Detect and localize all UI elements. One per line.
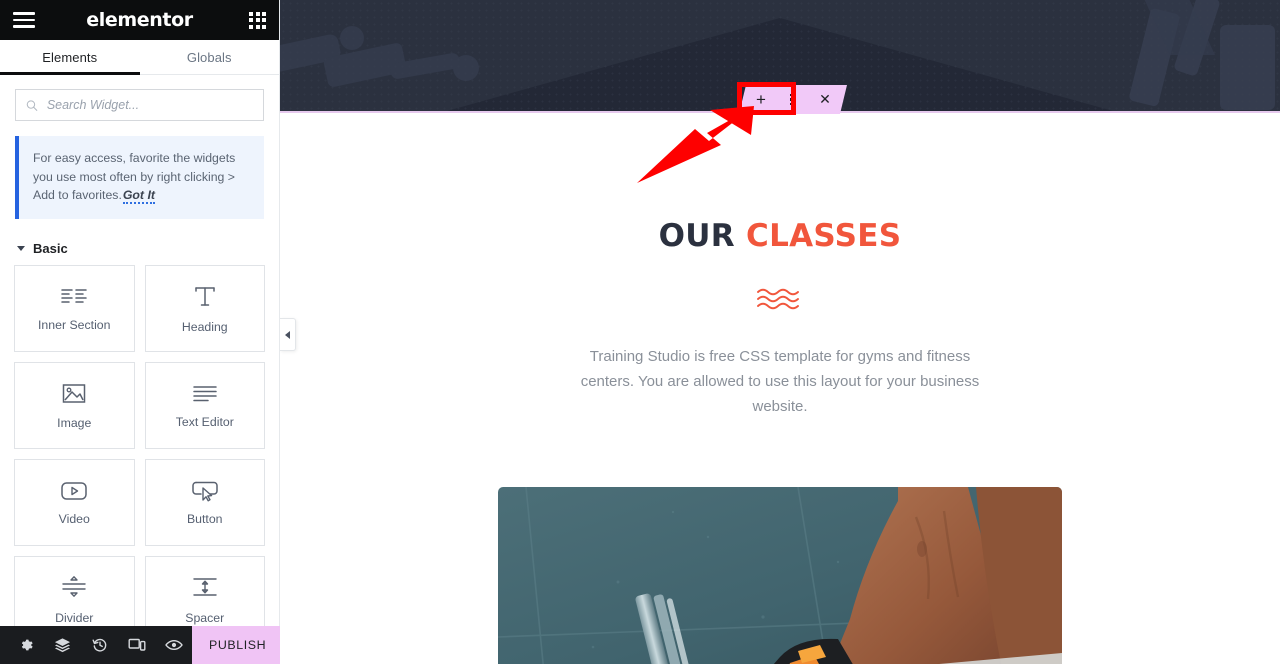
chevron-left-icon bbox=[285, 330, 290, 339]
bottom-bar-icons bbox=[0, 626, 192, 664]
button-cursor-icon bbox=[192, 481, 218, 502]
widget-label: Button bbox=[186, 511, 223, 526]
search-widget-box[interactable] bbox=[15, 89, 264, 121]
widget-label: Spacer bbox=[185, 610, 225, 625]
add-widget-button[interactable]: + bbox=[745, 85, 777, 114]
widget-toolbar: + ✕ bbox=[739, 85, 847, 114]
gym-photo-art bbox=[498, 486, 1062, 664]
hamburger-icon[interactable] bbox=[13, 12, 35, 28]
widget-inner-section[interactable]: Inner Section bbox=[14, 265, 135, 353]
category-label: Basic bbox=[33, 241, 68, 257]
tab-elements[interactable]: Elements bbox=[0, 40, 140, 75]
inner-section-icon bbox=[61, 288, 87, 303]
responsive-devices-icon[interactable] bbox=[118, 626, 155, 664]
category-basic-header[interactable]: Basic bbox=[0, 219, 279, 265]
video-play-icon bbox=[61, 481, 87, 500]
search-section bbox=[0, 75, 279, 121]
widget-label: Text Editor bbox=[175, 414, 234, 429]
text-editor-icon bbox=[193, 385, 217, 401]
widget-toolbar-trapezoid: + ✕ bbox=[739, 85, 847, 114]
heading-part-classes: CLASSES bbox=[746, 218, 902, 254]
close-icon[interactable]: ✕ bbox=[809, 85, 841, 114]
panel-tabs: Elements Globals bbox=[0, 40, 279, 75]
widget-grid: Inner Section Heading Image Text Editor … bbox=[0, 265, 279, 644]
chevron-down-icon bbox=[17, 246, 25, 252]
tab-globals[interactable]: Globals bbox=[140, 40, 280, 74]
widget-heading[interactable]: Heading bbox=[144, 265, 265, 353]
widget-label: Divider bbox=[55, 610, 94, 625]
publish-button[interactable]: PUBLISH bbox=[192, 626, 283, 664]
panel-header: elementor bbox=[0, 0, 279, 40]
divider-icon bbox=[62, 575, 86, 597]
gym-photo[interactable] bbox=[498, 486, 1062, 664]
widget-label: Heading bbox=[181, 319, 228, 334]
widget-video[interactable]: Video bbox=[14, 459, 135, 547]
image-icon bbox=[63, 383, 86, 403]
panel-bottom-bar: PUBLISH bbox=[0, 626, 318, 664]
got-it-link[interactable]: Got It bbox=[122, 188, 155, 205]
layers-navigator-icon[interactable] bbox=[44, 626, 81, 664]
editor-canvas: + ✕ OUR CLASSES Training Studio is free … bbox=[280, 0, 1280, 664]
drag-handle-dots-icon[interactable] bbox=[777, 85, 809, 114]
wave-divider-icon bbox=[757, 288, 799, 310]
section-heading: OUR CLASSES bbox=[280, 218, 1280, 254]
widget-button[interactable]: Button bbox=[144, 459, 265, 547]
search-icon bbox=[26, 99, 38, 111]
heading-t-icon bbox=[195, 286, 215, 306]
red-arrow-pointer bbox=[637, 106, 754, 183]
apps-grid-icon[interactable] bbox=[249, 11, 266, 29]
elementor-logo-text: elementor bbox=[86, 9, 193, 31]
page-content: OUR CLASSES Training Studio is free CSS … bbox=[280, 218, 1280, 664]
spacer-icon bbox=[193, 577, 217, 596]
heading-part-our: OUR bbox=[658, 218, 747, 254]
favorites-notice-wrap: For easy access, favorite the widgets yo… bbox=[0, 121, 279, 220]
widget-text-editor[interactable]: Text Editor bbox=[144, 362, 265, 450]
widget-label: Video bbox=[58, 511, 90, 526]
widget-image[interactable]: Image bbox=[14, 362, 135, 450]
preview-eye-icon[interactable] bbox=[155, 626, 192, 664]
settings-gear-icon[interactable] bbox=[7, 626, 44, 664]
favorites-notice: For easy access, favorite the widgets yo… bbox=[15, 136, 264, 220]
search-input[interactable] bbox=[46, 98, 253, 112]
elements-panel: elementor Elements Globals For easy acce… bbox=[0, 0, 318, 664]
history-clock-icon[interactable] bbox=[81, 626, 118, 664]
widget-label: Inner Section bbox=[38, 317, 111, 332]
panel-collapse-handle[interactable] bbox=[280, 318, 296, 351]
elementor-editor: elementor Elements Globals For easy acce… bbox=[0, 0, 1280, 664]
widget-label: Image bbox=[57, 415, 92, 430]
section-description: Training Studio is free CSS template for… bbox=[580, 348, 980, 416]
